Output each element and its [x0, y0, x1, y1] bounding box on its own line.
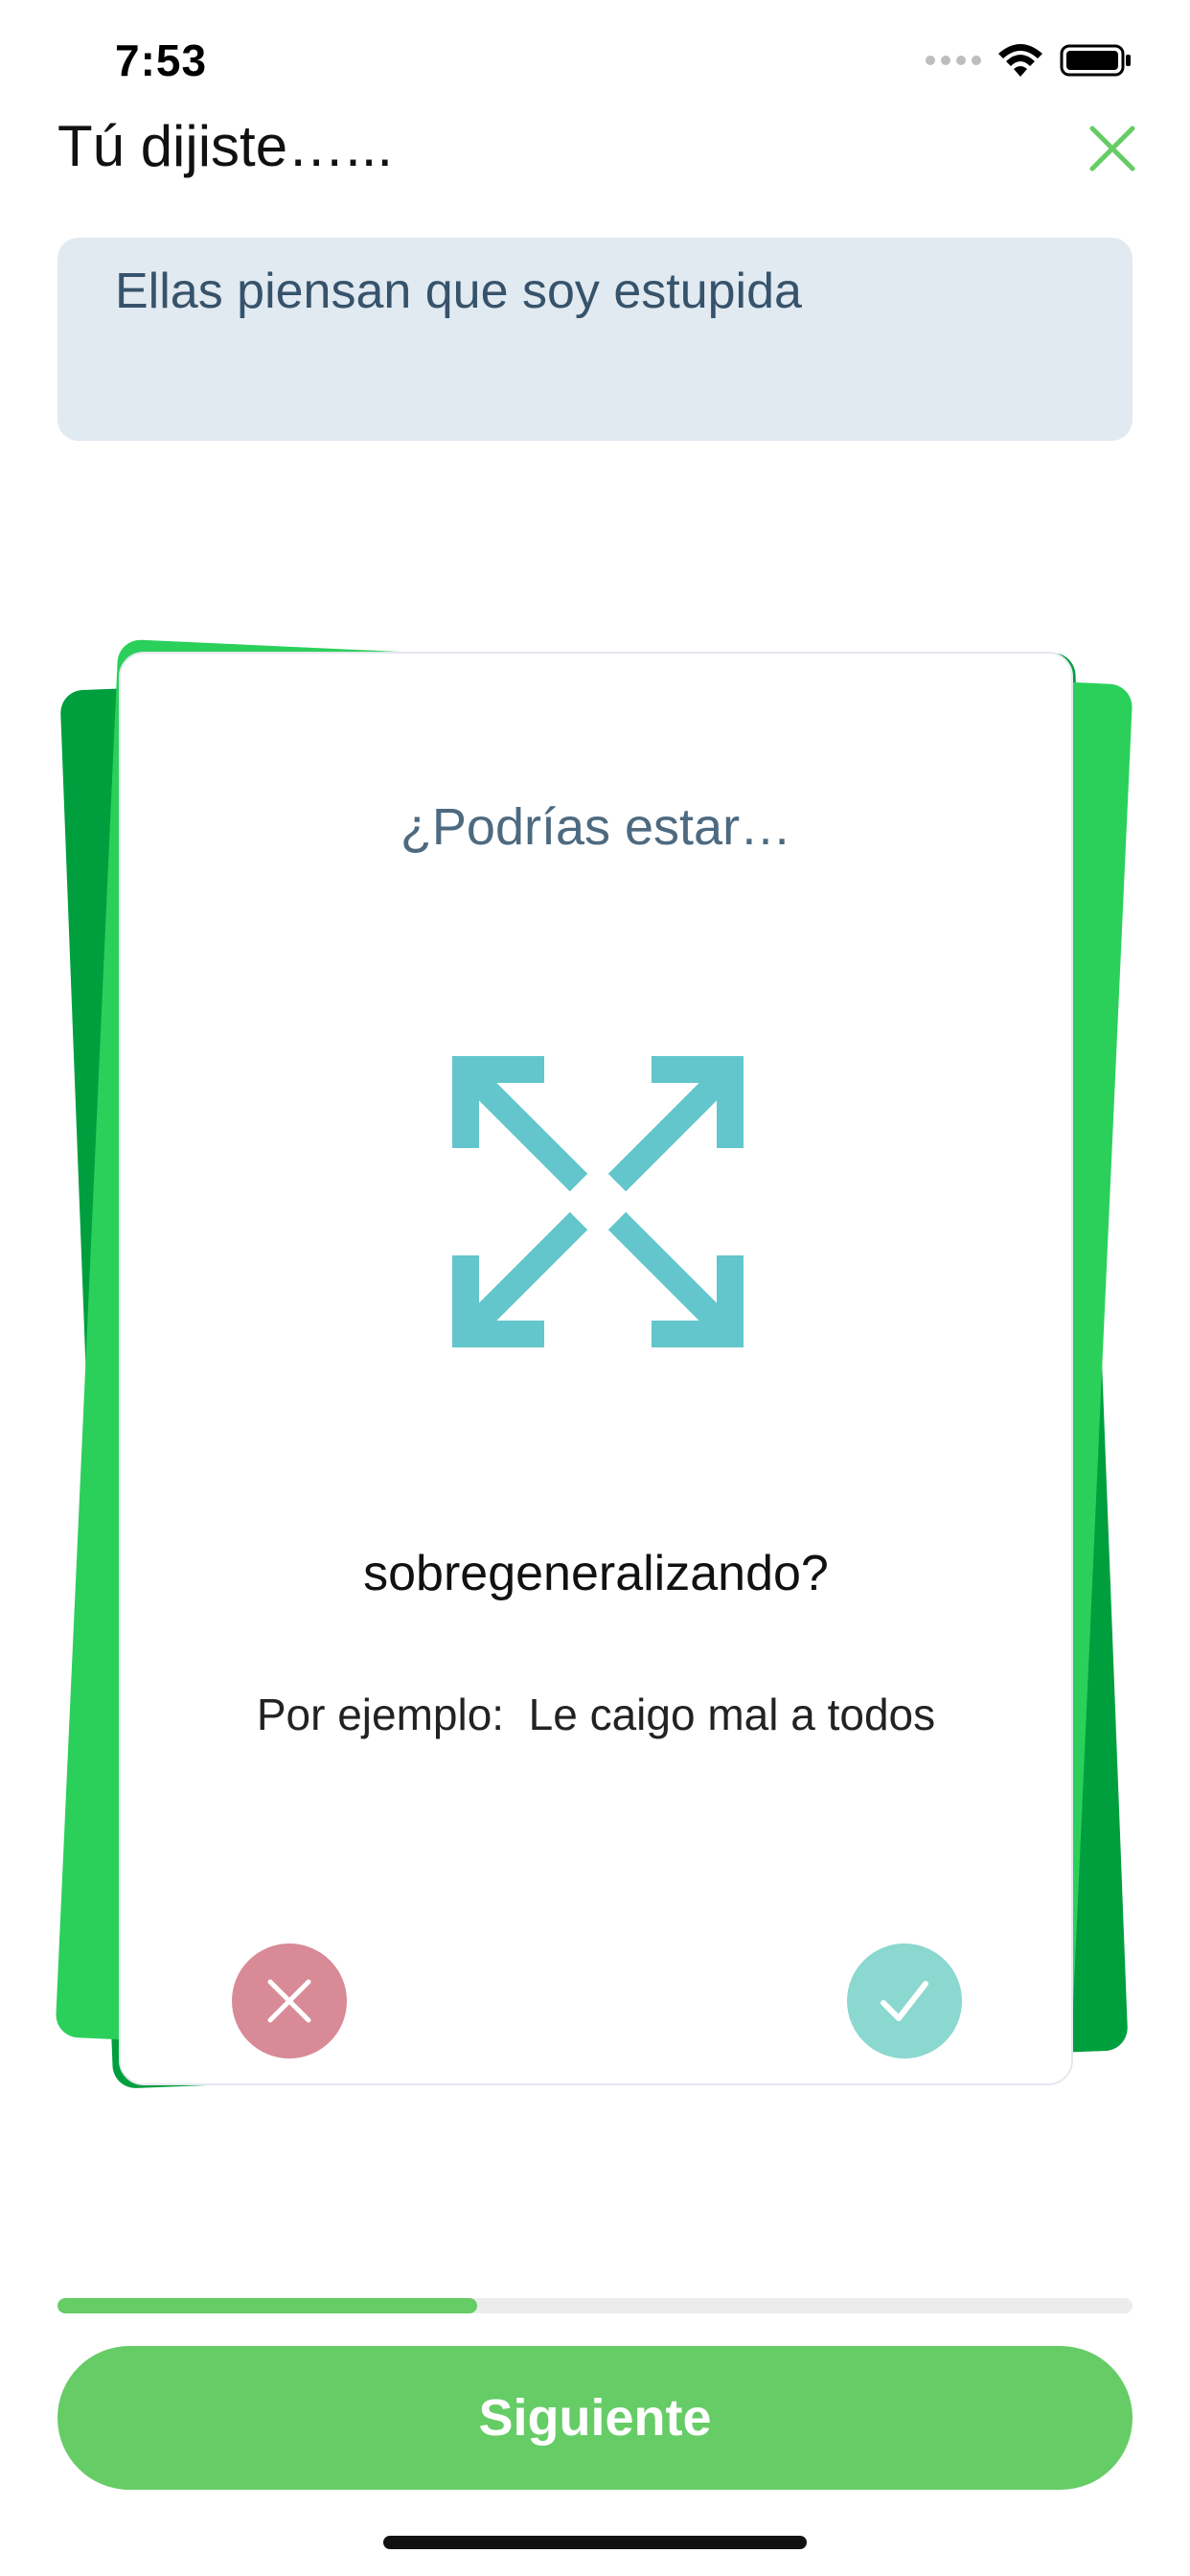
accept-button[interactable] — [847, 1944, 962, 2058]
battery-icon — [1060, 44, 1131, 77]
distortion-example: Por ejemplo: Le caigo mal a todos — [256, 1690, 936, 1739]
said-statement-box: Ellas piensan que soy estupida — [57, 238, 1133, 441]
wifi-icon — [998, 44, 1042, 77]
reject-button[interactable] — [232, 1944, 347, 2058]
said-statement-text: Ellas piensan que soy estupida — [115, 264, 802, 319]
home-indicator — [383, 2536, 807, 2549]
status-time: 7:53 — [115, 35, 208, 85]
card-question: ¿Podrías estar… — [400, 798, 792, 856]
x-icon — [267, 1979, 311, 2023]
distortion-card[interactable]: ¿Podrías estar… sobregeneralizando? Por … — [119, 652, 1073, 2085]
status-icons — [926, 42, 1133, 79]
check-icon — [881, 1981, 928, 2021]
distortion-label: sobregeneralizando? — [363, 1546, 829, 1601]
expand-arrows-icon — [452, 1056, 744, 1347]
screen: 7:53 Tú dijiste…... Ellas piensan que so… — [0, 0, 1190, 2576]
page-title: Tú dijiste…... — [57, 114, 394, 178]
next-button[interactable]: Siguiente — [57, 2346, 1133, 2490]
signal-icon — [926, 56, 981, 65]
progress-bar — [57, 2298, 1133, 2313]
progress-fill — [57, 2298, 477, 2313]
close-icon[interactable] — [1079, 115, 1146, 182]
